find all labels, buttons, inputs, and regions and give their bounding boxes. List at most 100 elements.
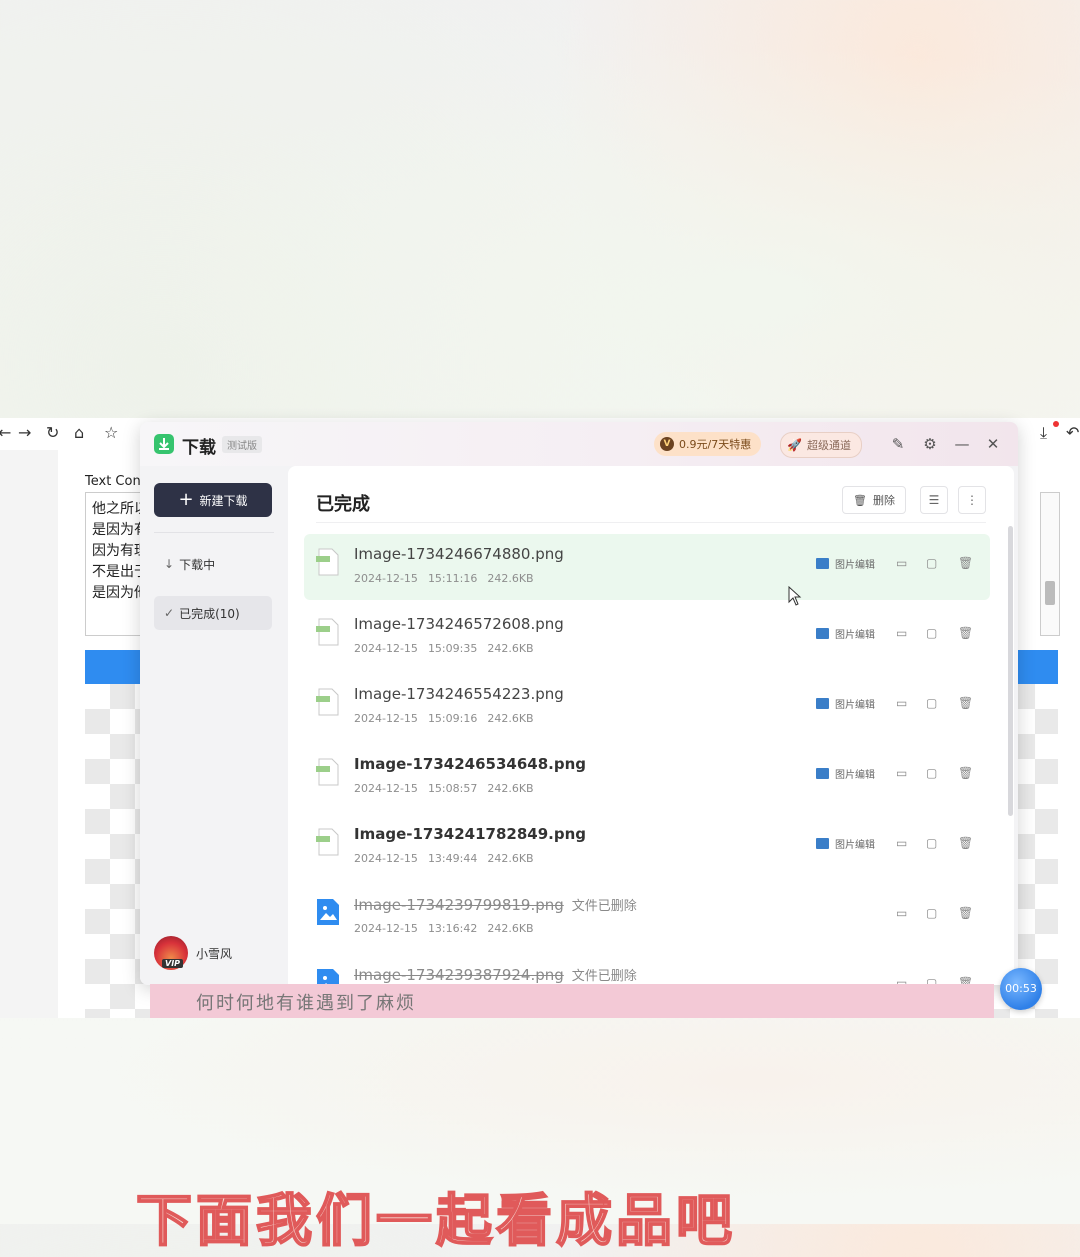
file-icon [316,758,339,786]
delete-icon[interactable]: 🗑 [958,556,973,570]
image-edit-button[interactable]: 图片编辑 [816,626,875,641]
file-icon [316,688,339,716]
new-download-button[interactable]: + 新建下载 [154,483,272,517]
image-edit-label: 图片编辑 [835,770,875,781]
super-channel-button[interactable]: 🚀 超级通道 [780,432,862,458]
picture-icon [816,628,829,639]
open-file-icon[interactable]: ▭ [896,696,907,710]
text-line: 因为有理 [92,543,147,559]
recording-timer[interactable]: 00:53 [1000,968,1042,1010]
more-options-button[interactable]: ⋮ [958,486,986,514]
vip-promo-button[interactable]: V 0.9元/7天特惠 [654,432,762,456]
open-file-icon[interactable]: ▭ [896,906,907,920]
image-edit-button[interactable]: 图片编辑 [816,556,875,571]
folder-icon[interactable]: ▢ [926,696,937,710]
image-edit-button[interactable]: 图片编辑 [816,696,875,711]
page-scrollbar[interactable] [1040,492,1060,636]
close-icon[interactable]: ✕ [983,434,1003,454]
file-row[interactable]: Image-1734246674880.png 2024-12-15 15:11:… [304,534,990,600]
file-time: 15:08:57 [427,782,478,795]
sidebar-divider [154,532,274,533]
file-size: 242.6KB [487,852,534,865]
text-content-label: Text Cont [85,474,146,489]
open-file-icon[interactable]: ▭ [896,766,907,780]
text-line: 是因为有 [92,522,147,538]
download-logo-icon [154,434,174,454]
image-edit-button[interactable]: 图片编辑 [816,766,875,781]
file-date: 2024-12-15 [354,922,418,935]
app-title: 下载 [182,438,216,458]
sidebar-item-completed[interactable]: ✓ 已完成(10) [154,596,272,630]
file-size: 242.6KB [487,642,534,655]
vip-tag: VIP [162,959,184,968]
sort-button[interactable]: ☰ [920,486,948,514]
file-name-text: Image-1734239799819.png [354,896,564,914]
open-file-icon[interactable]: ▭ [896,626,907,640]
file-row[interactable]: Image-1734246554223.png 2024-12-15 15:09:… [304,674,990,740]
image-file-icon [317,899,339,925]
file-meta: 2024-12-15 15:08:57 242.6KB [354,782,544,795]
image-edit-label: 图片编辑 [835,560,875,571]
browser-download-icon[interactable]: ⤓ [1040,423,1047,443]
file-row[interactable]: Image-1734239799819.png 文件已删除 2024-12-15 1… [304,884,990,950]
open-file-icon[interactable]: ▭ [896,556,907,570]
settings-icon[interactable]: ⚙ [920,434,940,454]
beta-badge: 测试版 [222,436,262,453]
picture-icon [816,558,829,569]
file-name: Image-1734241782849.png [354,825,587,843]
folder-icon[interactable]: ▢ [926,766,937,780]
file-size: 242.6KB [487,922,534,935]
file-name: Image-1734246572608.png [354,615,564,633]
scrollbar-thumb[interactable] [1045,581,1055,605]
text-content-area[interactable]: 他之所以 是因为有 因为有理 不是出于 是因为他 [85,492,147,636]
delete-icon[interactable]: 🗑 [958,626,973,640]
page-blue-bar-left [85,650,145,684]
favorites-icon[interactable]: ☆ [104,423,118,443]
image-edit-label: 图片编辑 [835,840,875,851]
delete-button[interactable]: 🗑 删除 [842,486,906,514]
image-edit-button[interactable]: 图片编辑 [816,836,875,851]
minimize-icon[interactable]: — [952,434,972,454]
delete-label: 删除 [872,494,895,507]
back-icon[interactable]: ← [0,423,11,443]
file-date: 2024-12-15 [354,642,418,655]
undo-icon[interactable]: ↶ [1066,423,1079,443]
file-row[interactable]: Image-1734239387924.png 文件已删除 ▭ ▢ 🗑 [304,954,990,985]
new-download-label: 新建下载 [199,493,248,508]
home-icon[interactable]: ⌂ [74,423,84,443]
blurred-background-top [0,0,1080,420]
turbo-label: 超级通道 [806,439,851,452]
sidebar: + 新建下载 ↓ 下载中 ✓ 已完成(10) VIP 小雪风 [140,466,288,985]
file-name: Image-1734246534648.png [354,755,587,773]
page-gutter [0,450,58,1018]
deleted-tag: 文件已删除 [571,899,637,914]
forward-icon[interactable]: → [18,423,31,443]
vip-v-icon: V [660,437,674,451]
note-icon[interactable]: ✎ [888,434,908,454]
image-edit-label: 图片编辑 [835,700,875,711]
file-size: 242.6KB [487,712,534,725]
file-row[interactable]: Image-1734241782849.png 2024-12-15 13:49:… [304,814,990,880]
folder-icon[interactable]: ▢ [926,626,937,640]
file-row[interactable]: Image-1734246572608.png 2024-12-15 15:09:… [304,604,990,670]
reload-icon[interactable]: ↻ [46,423,59,443]
file-icon [316,548,339,576]
folder-icon[interactable]: ▢ [926,906,937,920]
open-file-icon[interactable]: ▭ [896,836,907,850]
delete-icon[interactable]: 🗑 [958,696,973,710]
page-blue-bar-right [1018,650,1058,684]
file-row[interactable]: Image-1734246534648.png 2024-12-15 15:08:… [304,744,990,810]
subtitle-text: 何时何地有谁遇到了麻烦 [196,993,416,1014]
folder-icon[interactable]: ▢ [926,836,937,850]
notification-dot [1053,421,1059,427]
list-scrollbar[interactable] [1008,526,1013,816]
file-name: Image-1734239799819.png 文件已删除 [354,895,637,914]
file-name: Image-1734246554223.png [354,685,564,703]
page-title: 已完成 [316,494,370,515]
delete-icon[interactable]: 🗑 [958,766,973,780]
title-bar[interactable]: 下载 测试版 V 0.9元/7天特惠 🚀 超级通道 ✎ ⚙ — ✕ [140,422,1018,466]
delete-icon[interactable]: 🗑 [958,836,973,850]
folder-icon[interactable]: ▢ [926,556,937,570]
delete-icon[interactable]: 🗑 [958,906,973,920]
sidebar-item-downloading[interactable]: ↓ 下载中 [154,547,272,581]
